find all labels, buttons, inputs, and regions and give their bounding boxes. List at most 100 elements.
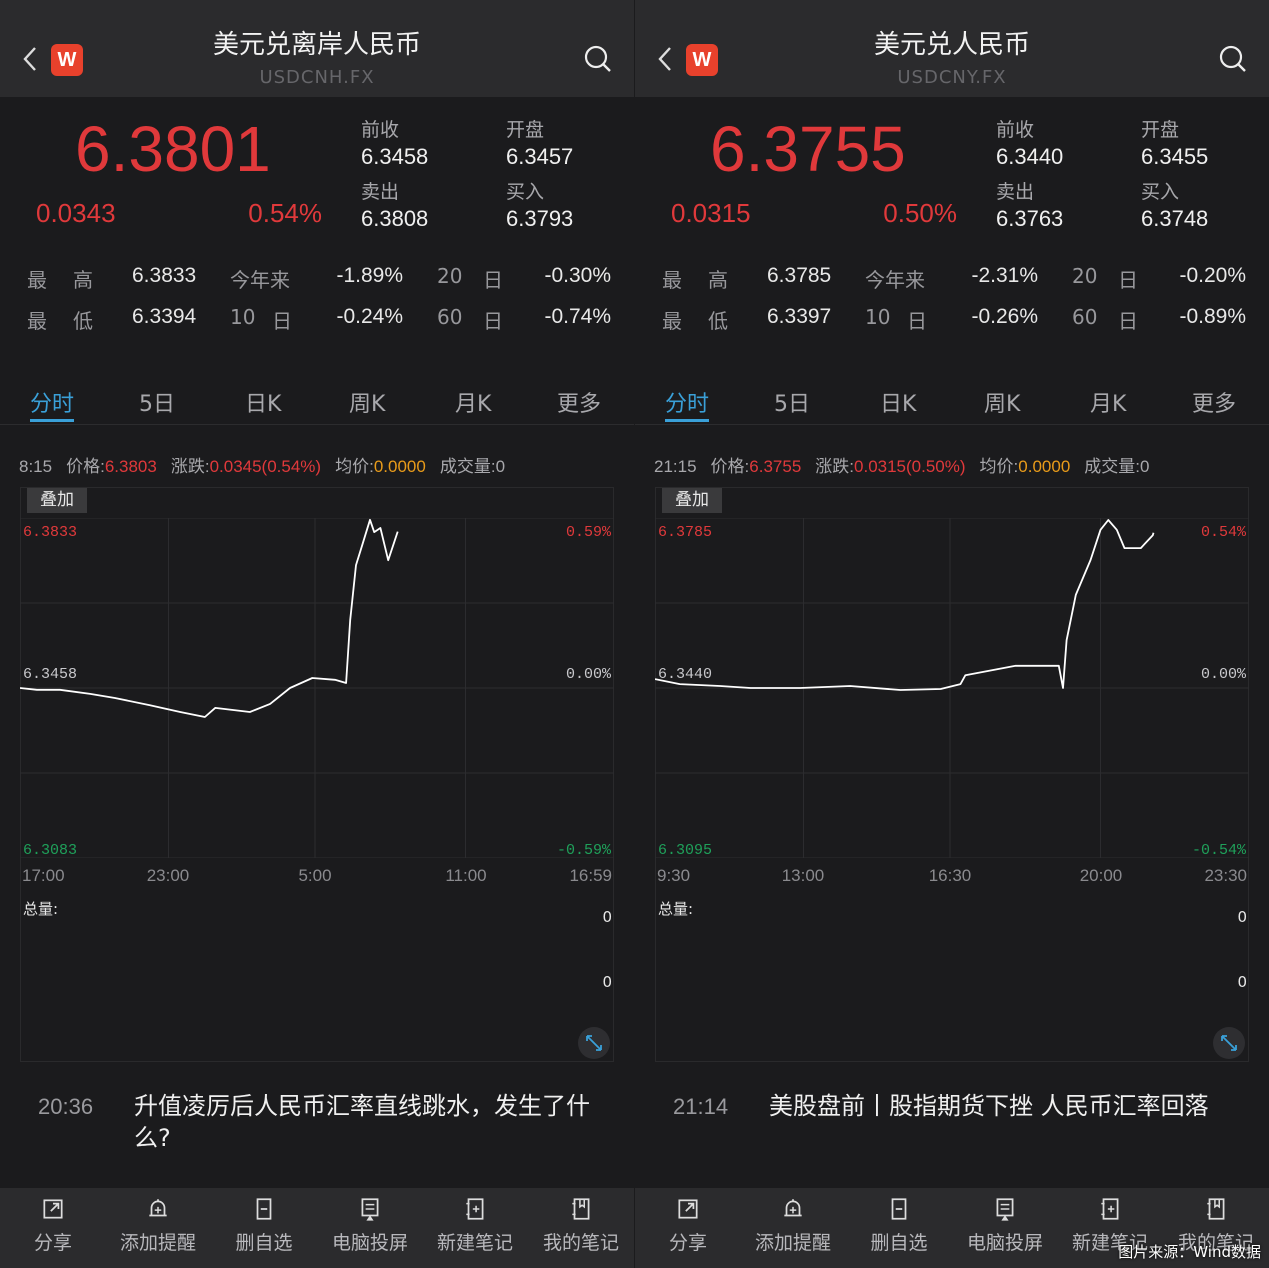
stat-value-d60: -0.89% (1179, 305, 1246, 328)
info-volume-label: 成交量: (1084, 457, 1141, 476)
stat-value-d10: -0.24% (336, 305, 403, 328)
bid-label: 买入 (506, 181, 545, 203)
info-price: 6.3803 (104, 457, 157, 476)
volume-title: 总量: (23, 900, 59, 918)
stat-label-d10: 日 (272, 309, 292, 333)
ask-value: 6.3808 (361, 206, 429, 231)
info-avg: 0.0000 (1018, 457, 1071, 476)
divider (635, 424, 1269, 425)
toolbar-label: 电脑投屏 (331, 1232, 408, 1254)
tab-5day[interactable]: 5日 (774, 386, 810, 418)
page-title: 美元兑人民币 (873, 30, 1030, 60)
active-tab-indicator (665, 419, 709, 422)
toolbar-label: 删自选 (870, 1232, 928, 1254)
toolbar-share-button[interactable]: 分享 (3, 1196, 103, 1255)
tab-5day[interactable]: 5日 (139, 386, 175, 418)
x-axis-time-label: 5:00 (298, 866, 332, 885)
price-change-percent: 0.54% (248, 198, 322, 228)
overlay-button[interactable]: 叠加 (662, 488, 722, 513)
intraday-price-chart[interactable] (20, 518, 614, 858)
toolbar-share-button[interactable]: 分享 (638, 1196, 738, 1255)
stat-label-d10: 日 (907, 309, 927, 333)
screen-cast-icon (320, 1196, 420, 1222)
toolbar-remove-watchlist-button[interactable]: 删自选 (214, 1196, 314, 1255)
x-axis-time-label: 23:30 (1204, 866, 1247, 885)
tab-more[interactable]: 更多 (557, 386, 601, 418)
tab-intraday[interactable]: 分时 (665, 386, 709, 418)
y-axis-price-label: 6.3083 (23, 842, 78, 859)
news-title[interactable]: 升值凌厉后人民币汇率直线跳水，发生了什么? (134, 1090, 594, 1154)
stat-label-low: 低 (73, 309, 93, 333)
info-volume: 0 (1140, 457, 1150, 476)
remove-watchlist-icon (849, 1196, 949, 1222)
ask-label: 卖出 (996, 181, 1035, 203)
y-axis-percent-label: 0.00% (565, 666, 611, 683)
tab-weekly-k[interactable]: 周K (349, 386, 385, 418)
toolbar-label: 删自选 (235, 1232, 293, 1254)
news-title[interactable]: 美股盘前丨股指期货下挫 人民币汇率回落 (769, 1090, 1229, 1122)
prev-close-label: 前收 (996, 119, 1035, 141)
toolbar-my-notes-button[interactable]: 我的笔记 (531, 1196, 631, 1255)
fullscreen-expand-icon[interactable] (578, 1027, 610, 1059)
volume-axis-label: 0 (1237, 908, 1247, 926)
stat-label-d60: 日 (483, 309, 503, 333)
overlay-button[interactable]: 叠加 (27, 488, 87, 513)
news-time: 20:36 (38, 1094, 94, 1119)
screen-cast-icon (955, 1196, 1055, 1222)
quote-panel-usdcnh-fx: W 美元兑离岸人民币 USDCNH.FX 6.3801 0.0343 0.54% 前收 6.3… (0, 0, 634, 1268)
my-notes-icon (1166, 1196, 1266, 1222)
stat-label-high: 最 (27, 268, 47, 292)
tab-intraday[interactable]: 分时 (30, 386, 74, 418)
tab-monthly-k[interactable]: 月K (455, 386, 491, 418)
stat-value-d10: -0.26% (971, 305, 1038, 328)
tab-monthly-k[interactable]: 月K (1090, 386, 1126, 418)
toolbar-alarm-add-button[interactable]: 添加提醒 (743, 1196, 843, 1255)
toolbar-screen-cast-button[interactable]: 电脑投屏 (955, 1196, 1055, 1255)
toolbar-new-note-button[interactable]: 新建笔记 (425, 1196, 525, 1255)
stat-label-d60: 日 (1118, 309, 1138, 333)
info-time: 8:15 (19, 457, 53, 476)
my-notes-icon (531, 1196, 631, 1222)
volume-axis-label: 0 (1237, 973, 1247, 991)
stat-label-ytd: 今年来 (230, 268, 290, 292)
toolbar-alarm-add-button[interactable]: 添加提醒 (108, 1196, 208, 1255)
info-price-label: 价格: (710, 457, 750, 476)
ask-label: 卖出 (361, 181, 400, 203)
x-axis-time-label: 9:30 (657, 866, 691, 885)
stat-label-high: 最 (662, 268, 682, 292)
toolbar-remove-watchlist-button[interactable]: 删自选 (849, 1196, 949, 1255)
crosshair-info-line: 21:15 价格:6.3755 涨跌:0.0315(0.50%) 均价:0.0000 成… (654, 452, 1149, 477)
ask-value: 6.3763 (996, 206, 1064, 231)
y-axis-price-label: 6.3785 (658, 524, 713, 541)
x-axis-time-label: 11:00 (445, 866, 487, 885)
stat-label-d20: 日 (1118, 268, 1138, 292)
y-axis-percent-label: -0.59% (556, 842, 611, 859)
x-axis-time-label: 16:59 (569, 866, 612, 885)
search-icon[interactable] (583, 44, 613, 74)
intraday-price-chart[interactable] (655, 518, 1249, 858)
page-title: 美元兑离岸人民币 (212, 30, 421, 60)
stat-label-ytd: 今年来 (865, 268, 925, 292)
last-price: 6.3755 (710, 113, 906, 185)
fullscreen-expand-icon[interactable] (1213, 1027, 1245, 1059)
quote-panel-usdcny-fx: W 美元兑人民币 USDCNY.FX 6.3755 0.0315 0.50% 前收 6.344… (635, 0, 1269, 1268)
search-icon[interactable] (1218, 44, 1248, 74)
price-line (655, 519, 1155, 691)
alarm-add-icon (108, 1196, 208, 1222)
tab-weekly-k[interactable]: 周K (984, 386, 1020, 418)
y-axis-percent-label: 0.00% (1200, 666, 1246, 683)
stat-label-low: 最 (662, 309, 682, 333)
y-axis-price-label: 6.3833 (23, 524, 78, 541)
tab-more[interactable]: 更多 (1192, 386, 1236, 418)
stat-label-low: 最 (27, 309, 47, 333)
security-code: USDCNH.FX (259, 67, 375, 88)
active-tab-indicator (30, 419, 74, 422)
toolbar-screen-cast-button[interactable]: 电脑投屏 (320, 1196, 420, 1255)
tab-daily-k[interactable]: 日K (880, 386, 916, 418)
toolbar-label: 分享 (668, 1232, 707, 1254)
stat-value-low: 6.3394 (132, 305, 197, 328)
tab-daily-k[interactable]: 日K (245, 386, 281, 418)
stat-value-low: 6.3397 (767, 305, 832, 328)
remove-watchlist-icon (214, 1196, 314, 1222)
stat-label-d60: 60 (1072, 305, 1098, 329)
